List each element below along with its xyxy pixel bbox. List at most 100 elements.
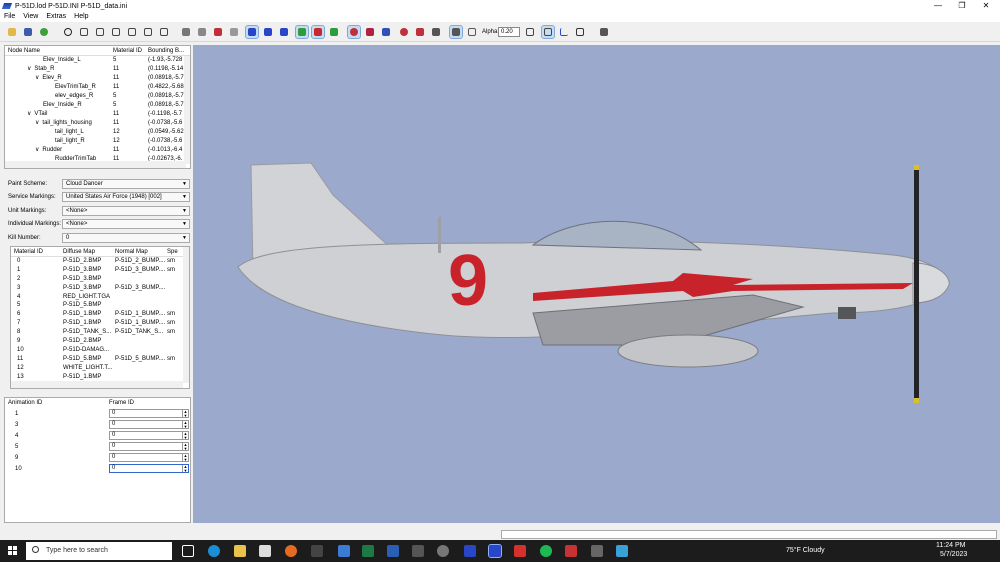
excel-icon[interactable] [362,545,374,557]
frame-id-spinbox[interactable]: 0 ▲ ▼ [109,464,189,473]
tree-row[interactable]: Elev_Inside_R 5 (0.08918,-5.7 [5,101,190,110]
col-node-name[interactable]: Node Name [5,46,111,55]
dropdown-arrow-icon[interactable]: ▼ [182,193,187,202]
solid-cube-button[interactable] [449,25,463,39]
close-button[interactable]: ✕ [974,0,998,12]
material-row[interactable]: 4 RED_LIGHT.TGA [11,293,189,302]
dropdown-arrow-icon[interactable]: ▼ [182,220,187,229]
taskbar-search-box[interactable]: Type here to search [26,542,172,560]
red-shape-button[interactable] [414,26,426,38]
tree-row[interactable]: tail_light_R 12 (-0.0738,-5.6 [5,137,190,146]
col-diffuse-map[interactable]: Diffuse Map [63,247,115,256]
dropdown-arrow-icon[interactable]: ▼ [182,180,187,189]
frame-id-spinbox[interactable]: 0 ▲ ▼ [109,431,189,440]
material-row[interactable]: 5 P-51D_5.BMP [11,301,189,310]
tree-row[interactable]: elev_edges_R 5 (0.08918,-5.7 [5,92,190,101]
tree-row[interactable]: ∨ tail_lights_housing 11 (-0.0738,-5.6 [5,119,190,128]
calculator-icon[interactable] [412,545,424,557]
shade-grey-2-button[interactable] [196,26,208,38]
expander-icon[interactable]: ∨ [35,75,39,81]
tree-row[interactable]: ∨ Stab_R 11 (0.1198,-5.14 [5,65,190,74]
green-blue-button[interactable] [328,26,340,38]
tree-row[interactable]: ∨ Rudder 11 (-0.1013,-6.4 [5,146,190,155]
expander-icon[interactable]: ∨ [27,111,31,117]
spin-arrows-icon[interactable]: ▲ ▼ [182,443,188,450]
scheme-dropdown[interactable]: United States Air Force (1948) [002] ▼ [62,192,190,202]
menu-view[interactable]: View [19,12,42,22]
scheme-dropdown[interactable]: <None> ▼ [62,206,190,216]
red-green-button[interactable] [311,25,325,39]
view-top-button[interactable] [142,26,154,38]
3d-viewport[interactable]: 9 [193,45,1000,523]
red-blob-button[interactable] [347,25,361,39]
photos-icon[interactable] [616,545,628,557]
menu-extras[interactable]: Extras [42,12,70,22]
scheme-dropdown[interactable]: Cloud Dancer ▼ [62,179,190,189]
axis-button[interactable] [558,26,570,38]
red-gear-button[interactable] [398,26,410,38]
menu-file[interactable]: File [0,12,19,22]
material-row[interactable]: 3 P-51D_3.BMP P-51D_3_BUMP.... [11,284,189,293]
tree-row[interactable]: Elev_Inside_L 5 (-1.93,-5.728 [5,56,190,65]
dropdown-arrow-icon[interactable]: ▼ [182,234,187,243]
material-row[interactable]: 2 P-51D_3.BMP [11,275,189,284]
tree-row[interactable]: ∨ Elev_R 11 (0.08918,-5.7 [5,74,190,83]
material-row[interactable]: 8 P-51D_TANK_S... P-51D_TANK_S... sm [11,328,189,337]
expander-icon[interactable]: ∨ [27,66,31,72]
tree-horizontal-scrollbar[interactable] [5,161,186,168]
settings-icon[interactable] [437,545,449,557]
col-bounding-box[interactable]: Bounding B... [148,46,186,55]
blue-box-button[interactable] [380,26,392,38]
spin-arrows-icon[interactable]: ▲ ▼ [182,454,188,461]
alpha-input[interactable]: 0.20 [498,27,520,37]
tree-vertical-scrollbar[interactable] [184,56,190,164]
col-material-id[interactable]: Material ID [111,46,148,55]
material-horizontal-scrollbar[interactable] [11,381,183,388]
tree-row[interactable]: ∨ VTail 11 (-0.1198,-5.7 [5,110,190,119]
clock-time[interactable]: 11:24 PM [936,542,965,549]
frame-id-spinbox[interactable]: 0 ▲ ▼ [109,442,189,451]
col-normal-map[interactable]: Normal Map [115,247,167,256]
transparent-cube-button[interactable] [466,26,478,38]
word-icon[interactable] [387,545,399,557]
material-row[interactable]: 10 P-51D-DAMAG... [11,346,189,355]
scheme-dropdown[interactable]: <None> ▼ [62,219,190,229]
clock-date[interactable]: 5/7/2023 [940,551,967,558]
menu-help[interactable]: Help [70,12,92,22]
material-row[interactable]: 7 P-51D_1.BMP P-51D_1_BUMP.... sm [11,319,189,328]
scheme-dropdown[interactable]: 0 ▼ [62,233,190,243]
red-blue-button[interactable] [364,26,376,38]
dropdown-arrow-icon[interactable]: ▼ [182,207,187,216]
texture-button[interactable] [38,26,50,38]
spin-arrows-icon[interactable]: ▲ ▼ [182,465,188,472]
frame-id-spinbox[interactable]: 0 ▲ ▼ [109,453,189,462]
lod-viewer-icon[interactable] [464,545,476,557]
material-table[interactable]: Material ID Diffuse Map Normal Map Spe 0… [10,246,190,389]
grey-shape-button[interactable] [430,26,442,38]
spin-arrows-icon[interactable]: ▲ ▼ [182,421,188,428]
windows-start-icon[interactable] [8,546,17,555]
material-row[interactable]: 1 P-51D_3.BMP P-51D_3_BUMP.... sm [11,266,189,275]
expander-icon[interactable]: ∨ [35,120,39,126]
wireframe-blue-2-button[interactable] [262,26,274,38]
save-button[interactable] [22,26,34,38]
spotify-icon[interactable] [540,545,552,557]
view-right-button[interactable] [126,26,138,38]
spin-arrows-icon[interactable]: ▲ ▼ [182,410,188,417]
shade-grey-1-button[interactable] [180,26,192,38]
shade-red-button[interactable] [212,26,224,38]
material-row[interactable]: 0 P-51D_2.BMP P-51D_2_BUMP.... sm [11,257,189,266]
view-bottom-button[interactable] [158,26,170,38]
task-view-icon[interactable] [182,545,194,557]
col-specular-map[interactable]: Spe [167,247,181,256]
material-row[interactable]: 12 WHITE_LIGHT.T... [11,364,189,373]
material-row[interactable]: 9 P-51D_2.BMP [11,337,189,346]
material-vertical-scrollbar[interactable] [183,247,189,383]
grid-button[interactable] [541,25,555,39]
material-row[interactable]: 11 P-51D_5.BMP P-51D_5_BUMP.... sm [11,355,189,364]
mail-icon[interactable] [338,545,350,557]
frame-id-spinbox[interactable]: 0 ▲ ▼ [109,409,189,418]
wireframe-blue-button[interactable] [245,25,259,39]
wireframe-blue-3-button[interactable] [278,26,290,38]
zoom-fit-button[interactable] [62,26,74,38]
